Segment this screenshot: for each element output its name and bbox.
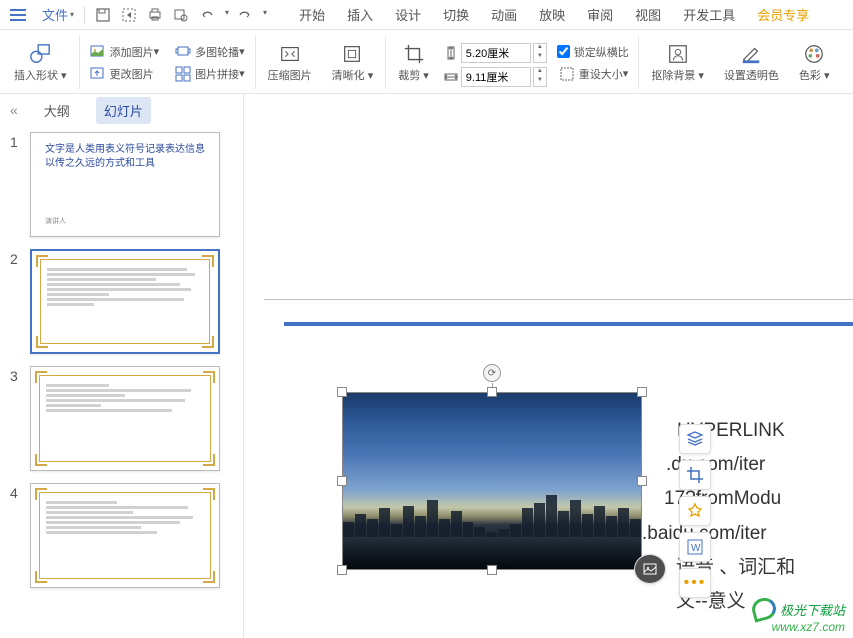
slide-canvas[interactable]: HYPERLINK .du.com/iter 17?fromModu .baid… xyxy=(244,94,853,638)
resize-handle[interactable] xyxy=(487,565,497,575)
tab-slideshow[interactable]: 放映 xyxy=(537,1,567,28)
image-tools-icon[interactable] xyxy=(634,554,666,584)
sharpen-button[interactable]: 清晰化 ▾ xyxy=(326,41,380,85)
insert-shape-button[interactable]: 插入形状 ▾ xyxy=(8,41,73,85)
file-menu[interactable]: 文件▾ xyxy=(36,3,80,27)
slide-title-rule xyxy=(284,322,853,326)
width-spinner[interactable]: ▲▼ xyxy=(533,67,547,87)
svg-text:W: W xyxy=(691,543,701,554)
crop-float-icon[interactable] xyxy=(679,460,711,490)
rotate-handle[interactable]: ⟳ xyxy=(483,364,501,382)
tab-animation[interactable]: 动画 xyxy=(489,1,519,28)
tab-view[interactable]: 视图 xyxy=(633,1,663,28)
slide-number: 3 xyxy=(10,366,30,471)
slide-number: 1 xyxy=(10,132,30,237)
preview-icon[interactable] xyxy=(171,5,191,25)
watermark: 极光下载站 www.xz7.com xyxy=(752,598,845,634)
outline-tab[interactable]: 大纲 xyxy=(36,97,78,124)
more-options-icon[interactable]: ••• xyxy=(679,568,711,598)
selected-image[interactable]: ⟳ xyxy=(342,392,642,570)
set-transparent-color-button[interactable]: 设置透明色 xyxy=(718,41,785,85)
chevron-down-icon[interactable]: ▾ xyxy=(263,8,267,25)
tab-insert[interactable]: 插入 xyxy=(345,1,375,28)
layer-icon[interactable] xyxy=(679,424,711,454)
tab-review[interactable]: 审阅 xyxy=(585,1,615,28)
slide-body-text: HYPERLINK .du.com/iter 17?fromModu .baid… xyxy=(634,414,795,619)
chevron-down-icon: ▾ xyxy=(70,10,74,19)
slides-tab[interactable]: 幻灯片 xyxy=(96,97,151,124)
collapse-panel-icon[interactable]: « xyxy=(10,102,18,118)
resize-handle[interactable] xyxy=(637,387,647,397)
chevron-down-icon[interactable]: ▾ xyxy=(225,8,229,25)
hamburger-icon xyxy=(10,9,26,21)
crop-button[interactable]: 裁剪 ▾ xyxy=(392,41,435,85)
multi-carousel-button[interactable]: 多图轮播 ▾ xyxy=(171,42,249,62)
ribbon-toolbar: 插入形状 ▾ 添加图片 ▾ 更改图片 多图轮播 ▾ 图片拼接 ▾ 压缩图片 清晰… xyxy=(0,30,853,94)
undo-icon[interactable] xyxy=(197,5,217,25)
redo-icon[interactable] xyxy=(235,5,255,25)
change-picture-button[interactable]: 更改图片 xyxy=(86,64,158,84)
height-spinner[interactable]: ▲▼ xyxy=(533,43,547,63)
remove-background-button[interactable]: 抠除背景 ▾ xyxy=(645,41,710,85)
add-picture-button[interactable]: 添加图片 ▾ xyxy=(86,42,164,62)
width-icon xyxy=(443,69,459,85)
slide-thumbnail-1[interactable]: 文字是人类用表义符号记录表达信息以传之久远的方式和工具 演讲人 xyxy=(30,132,220,237)
slide-thumbnail-3[interactable] xyxy=(30,366,220,471)
separator xyxy=(84,6,85,24)
resize-handle[interactable] xyxy=(487,387,497,397)
menu-bar: 文件▾ ▾ ▾ 开始 插入 设计 切换 动画 放映 审阅 视图 开发工具 会员专… xyxy=(0,0,853,30)
slide-number: 4 xyxy=(10,483,30,588)
app-menu-button[interactable] xyxy=(4,3,36,27)
slide-number: 2 xyxy=(10,249,30,354)
tab-transition[interactable]: 切换 xyxy=(441,1,471,28)
color-button[interactable]: 色彩 ▾ xyxy=(793,41,836,85)
save-icon[interactable] xyxy=(93,5,113,25)
resize-handle[interactable] xyxy=(337,476,347,486)
quick-access-toolbar: ▾ ▾ xyxy=(93,5,267,25)
text-icon[interactable]: W xyxy=(679,532,711,562)
reset-size-button[interactable]: 重设大小 ▾ xyxy=(555,64,633,84)
tab-vip[interactable]: 会员专享 xyxy=(755,1,811,28)
tab-start[interactable]: 开始 xyxy=(297,1,327,28)
resize-handle[interactable] xyxy=(337,565,347,575)
image-floating-toolbar: W ••• xyxy=(679,424,713,598)
effects-icon[interactable] xyxy=(679,496,711,526)
height-icon xyxy=(443,45,459,61)
width-input[interactable] xyxy=(461,67,531,87)
resize-handle[interactable] xyxy=(637,476,647,486)
picture-link-button[interactable]: 图片拼接 ▾ xyxy=(171,64,249,84)
slide-panel: « 大纲 幻灯片 1 文字是人类用表义符号记录表达信息以传之久远的方式和工具 演… xyxy=(0,94,244,638)
lock-aspect-ratio[interactable]: 锁定纵横比 xyxy=(555,42,631,62)
slide-thumbnail-2[interactable] xyxy=(30,249,220,354)
open-icon[interactable] xyxy=(119,5,139,25)
height-input[interactable] xyxy=(461,43,531,63)
compress-picture-button[interactable]: 压缩图片 xyxy=(262,41,318,85)
tab-design[interactable]: 设计 xyxy=(393,1,423,28)
tab-devtools[interactable]: 开发工具 xyxy=(681,1,737,28)
slide-thumbnail-4[interactable] xyxy=(30,483,220,588)
ribbon-tabs: 开始 插入 设计 切换 动画 放映 审阅 视图 开发工具 会员专享 xyxy=(297,1,811,28)
resize-handle[interactable] xyxy=(337,387,347,397)
print-icon[interactable] xyxy=(145,5,165,25)
watermark-logo-icon xyxy=(750,595,779,622)
